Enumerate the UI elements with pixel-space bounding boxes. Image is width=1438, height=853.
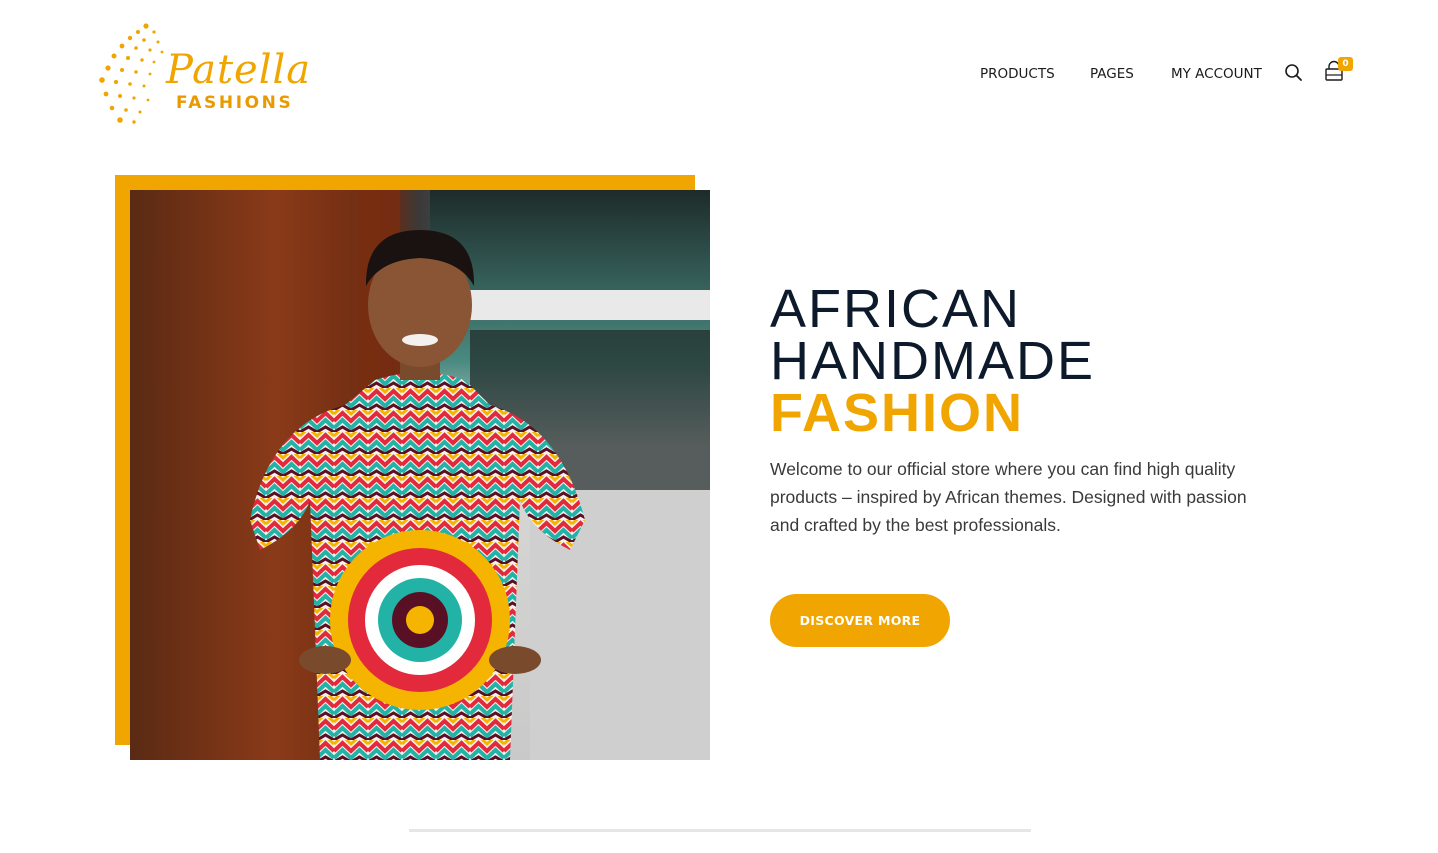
logo-wordmark: Patella [166,47,312,93]
hero-title-line-3: FASHION [770,383,1025,443]
nav-item-my-account[interactable]: MY ACCOUNT [1171,64,1262,84]
logo-dots-icon [99,23,164,124]
search-icon [1285,64,1302,81]
search-button[interactable] [1283,62,1305,84]
nav-item-products[interactable]: PRODUCTS [980,64,1055,84]
cart-count-badge: 0 [1338,57,1353,71]
logo-subtitle: FASHIONS [176,93,294,113]
hero-title-line-1: AFRICAN [770,279,1022,339]
discover-more-button[interactable]: DISCOVER MORE [770,594,950,647]
hero-photo [130,190,710,760]
hero-title: AFRICAN HANDMADE FASHION [770,279,1096,443]
hero-title-line-2: HANDMADE [770,331,1096,391]
hero-description: Welcome to our official store where you … [770,459,1247,535]
hero-photo-illustration [130,190,710,760]
nav-item-pages[interactable]: PAGES [1090,64,1134,84]
site-logo[interactable]: Patella FASHIONS [96,20,310,126]
section-divider [409,829,1031,832]
